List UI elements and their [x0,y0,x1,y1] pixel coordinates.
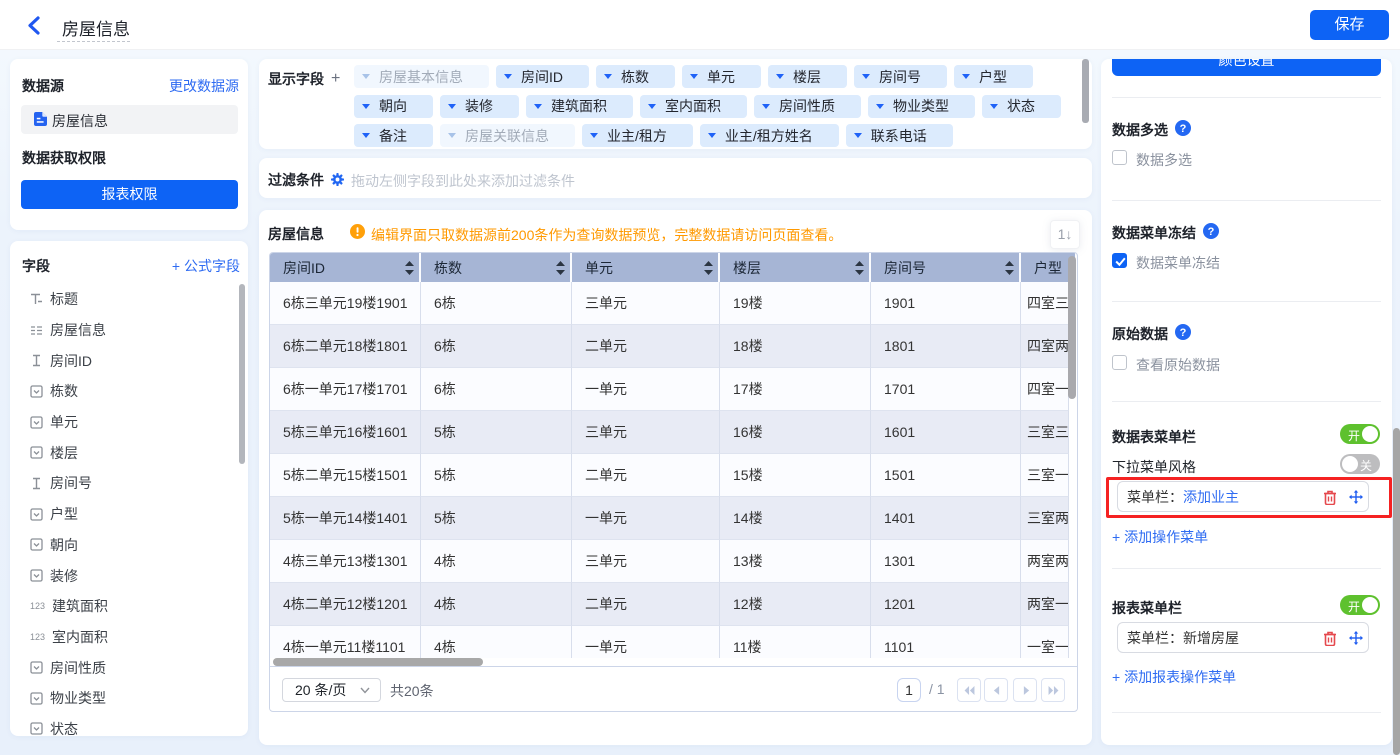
svg-text:?: ? [1180,123,1187,135]
svg-text:?: ? [1180,327,1187,339]
svg-text:?: ? [1208,226,1215,238]
